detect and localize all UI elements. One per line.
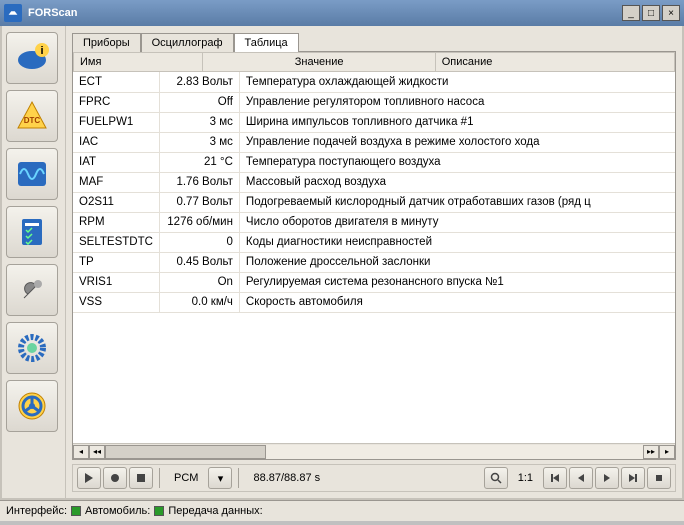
cell-name: VRIS1: [73, 272, 159, 292]
time-label: 88.87/88.87 s: [245, 472, 328, 484]
toolbar: PCM ▾ 88.87/88.87 s 1:1: [72, 464, 676, 492]
cell-value: 1276 об/мин: [159, 212, 239, 232]
zoom-label: 1:1: [510, 472, 541, 484]
sidebar-service[interactable]: [6, 264, 58, 316]
cell-desc: Температура охлаждающей жидкости: [239, 72, 675, 92]
prev-button[interactable]: [569, 467, 593, 489]
cell-name: MAF: [73, 172, 159, 192]
svg-text:i: i: [40, 45, 43, 57]
cell-name: SELTESTDTC: [73, 232, 159, 252]
tabs: Приборы Осциллограф Таблица: [72, 32, 676, 51]
status-interface-led: [71, 506, 81, 516]
module-label: PCM: [166, 472, 206, 484]
cell-value: Off: [159, 92, 239, 112]
scroll-left-icon[interactable]: ◂: [73, 445, 89, 459]
tab-instruments[interactable]: Приборы: [72, 33, 141, 52]
play-button[interactable]: [77, 467, 101, 489]
sidebar: i DTC: [2, 26, 66, 498]
table-row[interactable]: FUELPW13 мсШирина импульсов топливного д…: [73, 112, 675, 132]
tab-oscilloscope[interactable]: Осциллограф: [141, 33, 234, 52]
cell-desc: Регулируемая система резонансного впуска…: [239, 272, 675, 292]
cell-value: 2.83 Вольт: [159, 72, 239, 92]
table-row[interactable]: RPM1276 об/минЧисло оборотов двигателя в…: [73, 212, 675, 232]
cell-desc: Положение дроссельной заслонки: [239, 252, 675, 272]
cell-desc: Управление подачей воздуха в режиме холо…: [239, 132, 675, 152]
status-interface-label: Интерфейс:: [6, 505, 67, 517]
cell-name: IAT: [73, 152, 159, 172]
status-vehicle-label: Автомобиль:: [85, 505, 150, 517]
zoom-button[interactable]: [484, 467, 508, 489]
cell-name: O2S11: [73, 192, 159, 212]
record-button[interactable]: [103, 467, 127, 489]
sidebar-oscilloscope[interactable]: [6, 148, 58, 200]
cell-desc: Температура поступающего воздуха: [239, 152, 675, 172]
cell-name: TP: [73, 252, 159, 272]
cell-value: 0.77 Вольт: [159, 192, 239, 212]
cell-desc: Скорость автомобиля: [239, 292, 675, 312]
svg-text:DTC: DTC: [24, 116, 41, 125]
scroll-left2-icon[interactable]: ◂◂: [89, 445, 105, 459]
cell-desc: Управление регулятором топливного насоса: [239, 92, 675, 112]
cell-value: 0.0 км/ч: [159, 292, 239, 312]
sidebar-dtc[interactable]: DTC: [6, 90, 58, 142]
sidebar-configuration[interactable]: [6, 322, 58, 374]
tab-table[interactable]: Таблица: [234, 33, 299, 52]
cell-value: 0.45 Вольт: [159, 252, 239, 272]
col-value[interactable]: Значение: [203, 53, 435, 72]
cell-value: 3 мс: [159, 132, 239, 152]
status-vehicle-led: [154, 506, 164, 516]
sidebar-tests[interactable]: [6, 206, 58, 258]
stop-button[interactable]: [129, 467, 153, 489]
marker-button[interactable]: [647, 467, 671, 489]
table-row[interactable]: IAT21 °CТемпература поступающего воздуха: [73, 152, 675, 172]
col-name[interactable]: Имя: [74, 53, 203, 72]
sidebar-vehicle-info[interactable]: i: [6, 32, 58, 84]
table-row[interactable]: VSS0.0 км/чСкорость автомобиля: [73, 292, 675, 312]
table-row[interactable]: SELTESTDTC0Коды диагностики неисправност…: [73, 232, 675, 252]
table-row[interactable]: FPRCOffУправление регулятором топливного…: [73, 92, 675, 112]
module-dropdown-icon[interactable]: ▾: [208, 467, 232, 489]
status-data-label: Передача данных:: [168, 505, 262, 517]
cell-desc: Коды диагностики неисправностей: [239, 232, 675, 252]
horizontal-scrollbar[interactable]: ◂ ◂◂ ▸▸ ▸: [73, 443, 675, 459]
cell-desc: Ширина импульсов топливного датчика #1: [239, 112, 675, 132]
cell-name: VSS: [73, 292, 159, 312]
cell-value: 0: [159, 232, 239, 252]
sidebar-steering[interactable]: [6, 380, 58, 432]
minimize-button[interactable]: _: [622, 5, 640, 21]
data-table: Имя Значение Описание ECT2.83 ВольтТемпе…: [72, 51, 676, 460]
skip-start-button[interactable]: [543, 467, 567, 489]
skip-end-button[interactable]: [621, 467, 645, 489]
cell-value: 21 °C: [159, 152, 239, 172]
table-row[interactable]: IAC3 мсУправление подачей воздуха в режи…: [73, 132, 675, 152]
next-button[interactable]: [595, 467, 619, 489]
titlebar: FORScan _ □ ×: [0, 0, 684, 26]
table-row[interactable]: TP0.45 ВольтПоложение дроссельной заслон…: [73, 252, 675, 272]
cell-desc: Массовый расход воздуха: [239, 172, 675, 192]
col-desc[interactable]: Описание: [435, 53, 674, 72]
cell-value: 3 мс: [159, 112, 239, 132]
cell-value: 1.76 Вольт: [159, 172, 239, 192]
table-row[interactable]: O2S110.77 ВольтПодогреваемый кислородный…: [73, 192, 675, 212]
scroll-right2-icon[interactable]: ▸▸: [643, 445, 659, 459]
cell-name: RPM: [73, 212, 159, 232]
cell-name: FUELPW1: [73, 112, 159, 132]
statusbar: Интерфейс: Автомобиль: Передача данных:: [0, 500, 684, 521]
table-row[interactable]: VRIS1OnРегулируемая система резонансного…: [73, 272, 675, 292]
table-row[interactable]: ECT2.83 ВольтТемпература охлаждающей жид…: [73, 72, 675, 92]
close-button[interactable]: ×: [662, 5, 680, 21]
maximize-button[interactable]: □: [642, 5, 660, 21]
cell-desc: Число оборотов двигателя в минуту: [239, 212, 675, 232]
cell-desc: Подогреваемый кислородный датчик отработ…: [239, 192, 675, 212]
scroll-right-icon[interactable]: ▸: [659, 445, 675, 459]
table-row[interactable]: MAF1.76 ВольтМассовый расход воздуха: [73, 172, 675, 192]
app-icon: [4, 4, 22, 22]
cell-name: ECT: [73, 72, 159, 92]
cell-name: FPRC: [73, 92, 159, 112]
app-title: FORScan: [28, 7, 620, 19]
cell-value: On: [159, 272, 239, 292]
cell-name: IAC: [73, 132, 159, 152]
